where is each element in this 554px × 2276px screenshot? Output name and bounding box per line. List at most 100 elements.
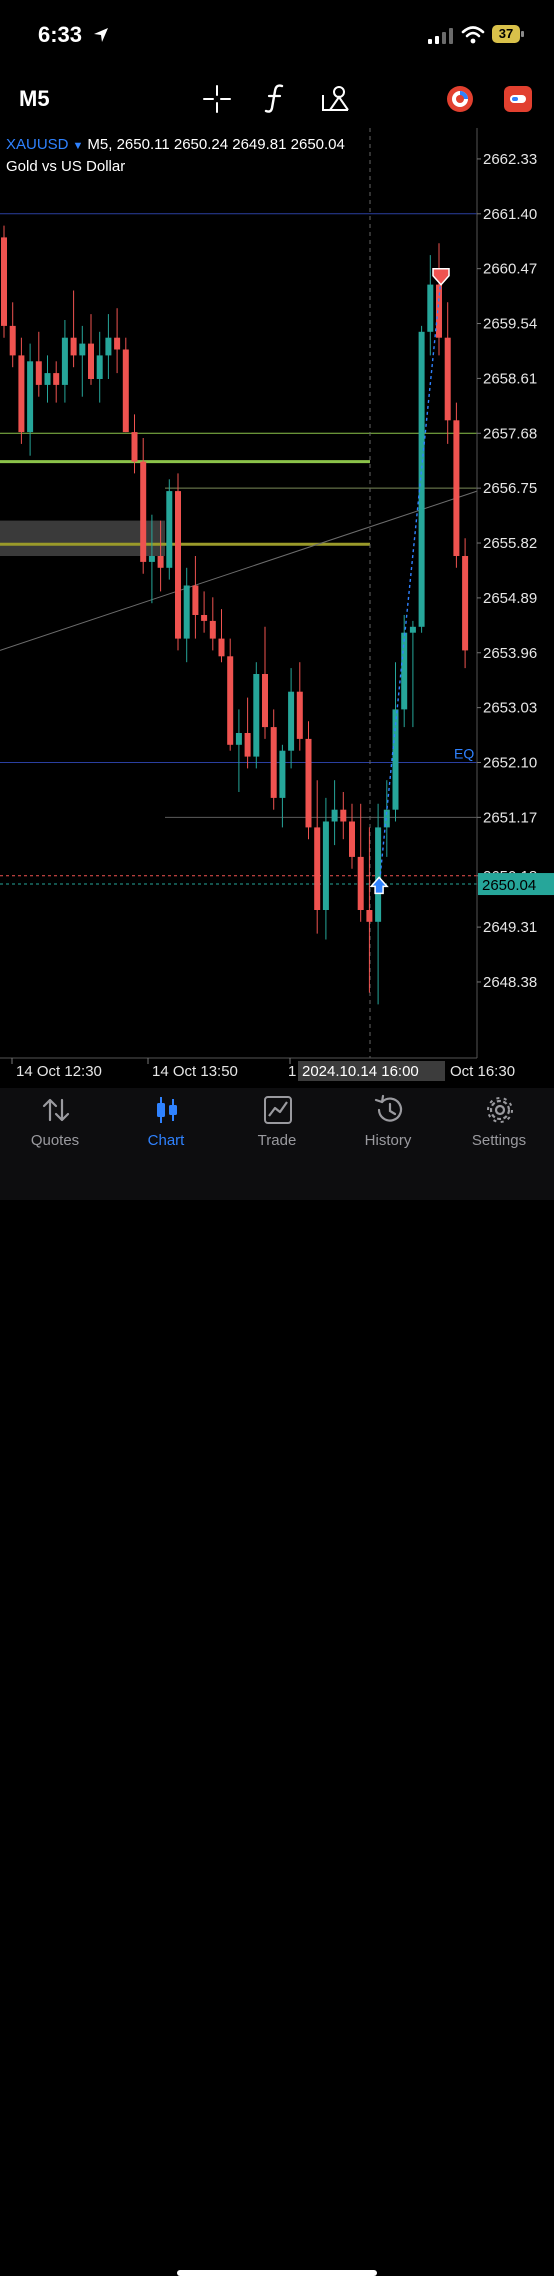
price-tick-label: 2661.40: [483, 206, 537, 223]
candle-body: [462, 556, 469, 651]
candle-body: [401, 632, 408, 710]
sell-arrow-icon[interactable]: [432, 267, 450, 286]
candle-body: [288, 691, 295, 751]
home-indicator: [177, 2270, 377, 2276]
candle-body: [366, 910, 373, 922]
tab-history[interactable]: History: [333, 1088, 443, 1168]
candle-body: [322, 821, 329, 910]
objects-icon[interactable]: [320, 83, 352, 113]
signal-icon: [428, 28, 453, 44]
chart-canvas[interactable]: 2662.33 2661.40 2660.47 2659.54 2658.61 2657.…: [0, 128, 554, 1088]
price-tick-label: 2657.68: [483, 425, 537, 442]
price-tick-label: 2653.96: [483, 645, 537, 662]
history-icon: [374, 1094, 403, 1122]
battery-level: 37: [498, 26, 514, 41]
candle-body: [18, 355, 25, 433]
quotes-icon: [42, 1098, 70, 1122]
tab-chart[interactable]: Chart: [111, 1088, 221, 1168]
price-tick-label: 2658.61: [483, 370, 537, 387]
crosshair-time-label: 2024.10.14 16:00: [302, 1063, 419, 1080]
candle-body: [166, 491, 173, 568]
battery-cap: [521, 31, 524, 37]
location-arrow-icon: [94, 28, 108, 42]
candle-body: [270, 727, 277, 798]
price-tick-label: 2648.38: [483, 974, 537, 991]
price-tick-label: 2655.82: [483, 535, 537, 552]
price-tick-label: 2662.33: [483, 151, 537, 168]
symbol-name[interactable]: XAUUSD: [6, 136, 69, 153]
status-bar: 6:33 37: [0, 0, 554, 70]
price-chart[interactable]: 2662.33 2661.40 2660.47 2659.54 2658.61 2657.…: [0, 128, 554, 1088]
candle-body: [96, 355, 103, 379]
chart-toolbar: M5: [0, 70, 554, 128]
tab-history-label: History: [364, 1132, 412, 1149]
tab-settings-label: Settings: [471, 1132, 527, 1149]
ohlc-readout: M5, 2650.11 2650.24 2649.81 2650.04: [87, 136, 345, 153]
one-click-trading-icon[interactable]: [444, 83, 476, 115]
settings-icon: [487, 1097, 513, 1123]
symbol-description: Gold vs US Dollar: [6, 158, 126, 175]
wifi-icon: [461, 26, 485, 44]
candle-body: [157, 556, 164, 568]
symbol-header: XAUUSD ▼ M5, 2650.11 2650.24 2649.81 2650.…: [6, 136, 345, 153]
candle-body: [183, 585, 190, 639]
candle-body: [105, 337, 112, 356]
candle-body: [235, 733, 242, 745]
candle-body: [340, 809, 347, 822]
candle-body: [44, 373, 51, 385]
price-tick-label: 2653.03: [483, 700, 537, 717]
bottom-tab-bar: Quotes Chart Trade History Settings: [0, 1088, 554, 2276]
candle-body: [70, 337, 77, 356]
trade-icon: [264, 1096, 292, 1124]
price-tick-label: 2659.54: [483, 316, 537, 333]
price-tick-label: 2652.10: [483, 755, 537, 772]
tab-trade[interactable]: Trade: [222, 1088, 332, 1168]
candle-body: [409, 626, 416, 633]
candle-body: [35, 361, 42, 385]
candle-body: [331, 809, 338, 822]
tab-quotes-label: Quotes: [30, 1132, 80, 1149]
trade-panel-icon[interactable]: [503, 85, 533, 113]
indicators-icon[interactable]: [262, 82, 288, 114]
tab-trade-label: Trade: [257, 1132, 297, 1149]
candle-body: [357, 856, 364, 910]
candle-body: [148, 556, 155, 562]
candle-body: [1, 237, 7, 326]
candle-body: [227, 656, 234, 745]
candle-body: [253, 674, 260, 757]
price-tick-label: 2651.17: [483, 809, 537, 826]
candle-body: [27, 361, 34, 433]
price-tick-label: 2660.47: [483, 261, 537, 278]
time-tick-label: 14 Oct 12:30: [16, 1063, 102, 1080]
tab-quotes[interactable]: Quotes: [0, 1088, 110, 1168]
tab-chart-label: Chart: [147, 1132, 185, 1149]
tab-settings[interactable]: Settings: [444, 1088, 554, 1168]
candle-body: [79, 343, 86, 356]
candle-body: [444, 337, 451, 421]
trend-line[interactable]: [0, 490, 478, 651]
battery-indicator: 37: [492, 25, 520, 43]
candle-body: [122, 349, 129, 433]
time-tick-label: 1: [288, 1063, 296, 1080]
candle-body: [175, 491, 181, 639]
candle-body: [209, 620, 216, 639]
candle-body: [114, 337, 121, 350]
timeframe-button[interactable]: M5: [19, 86, 50, 112]
candle-body: [427, 284, 434, 332]
candle-body: [279, 750, 286, 798]
candle-body: [53, 373, 60, 385]
time-tick-label: 14 Oct 13:50: [152, 1063, 238, 1080]
candle-body: [9, 325, 16, 356]
candle-body: [375, 827, 382, 922]
candle-body: [418, 331, 425, 627]
buy-arrow-icon[interactable]: [369, 876, 389, 895]
candle-body: [262, 674, 268, 728]
crosshair-icon[interactable]: [202, 84, 232, 114]
candle-body: [296, 691, 303, 739]
trade-connector-line: [378, 278, 442, 887]
chart-icon: [157, 1097, 177, 1123]
candle-body: [314, 827, 321, 910]
candle-body: [349, 821, 355, 857]
candle-body: [244, 733, 251, 757]
symbol-dropdown-icon[interactable]: ▼: [73, 140, 84, 152]
